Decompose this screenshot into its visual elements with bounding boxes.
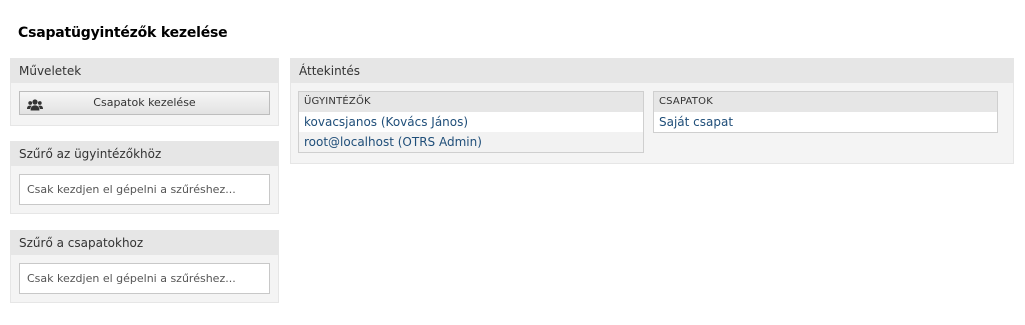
agent-row[interactable]: kovacsjanos (Kovács János) [299, 112, 643, 132]
manage-groups-button[interactable]: Csapatok kezelése [19, 91, 270, 115]
groups-table: CSAPATOK Saját csapat [653, 91, 998, 133]
filter-agents-widget: Szűrő az ügyintézőkhöz [10, 141, 279, 214]
agent-row[interactable]: root@localhost (OTRS Admin) [299, 132, 643, 152]
page-title: Csapatügyintézők kezelése [18, 25, 228, 41]
users-icon [27, 97, 43, 111]
groups-column-header: CSAPATOK [654, 92, 997, 112]
manage-groups-button-label: Csapatok kezelése [93, 96, 196, 109]
actions-widget: Műveletek Csapatok kezelése [10, 58, 279, 126]
overview-widget: Áttekintés ÜGYINTÉZŐK kovacsjanos (Kovác… [290, 58, 1014, 164]
actions-widget-header: Műveletek [11, 59, 278, 83]
overview-header: Áttekintés [291, 59, 1013, 83]
filter-groups-header: Szűrő a csapatokhoz [11, 231, 278, 255]
filter-agents-header: Szűrő az ügyintézőkhöz [11, 142, 278, 166]
agents-table: ÜGYINTÉZŐK kovacsjanos (Kovács János) ro… [298, 91, 644, 153]
filter-agents-input[interactable] [19, 174, 270, 205]
filter-groups-input[interactable] [19, 263, 270, 294]
agents-column-header: ÜGYINTÉZŐK [299, 92, 643, 112]
filter-groups-widget: Szűrő a csapatokhoz [10, 230, 279, 303]
group-row[interactable]: Saját csapat [654, 112, 997, 132]
